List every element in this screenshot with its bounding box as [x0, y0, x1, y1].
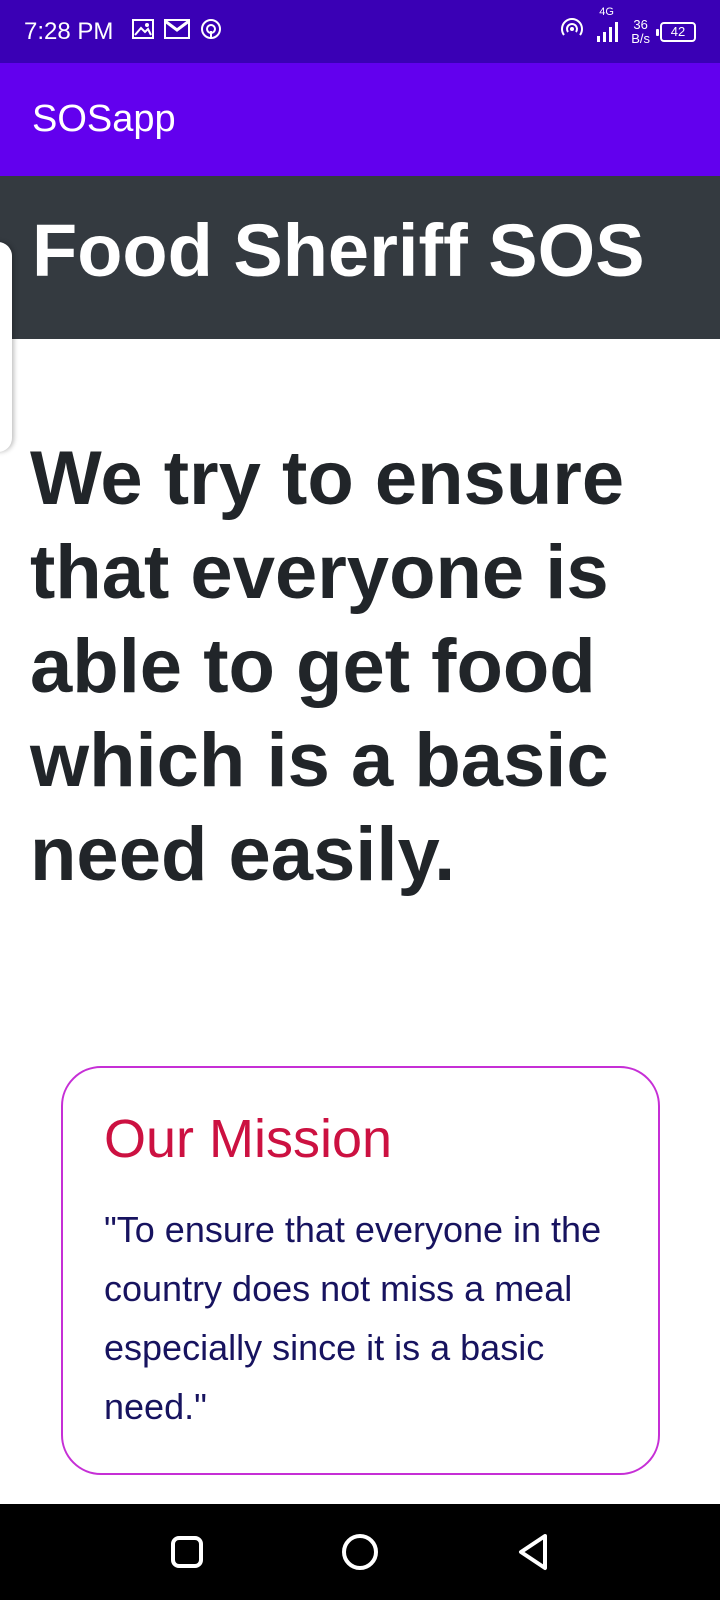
- site-header: Food Sheriff SOS: [0, 176, 720, 339]
- battery-icon: 42: [656, 21, 696, 42]
- battery-level: 42: [670, 24, 686, 39]
- status-icons-left: [131, 17, 223, 46]
- back-button[interactable]: [503, 1522, 563, 1582]
- net-speed-value: 36: [633, 16, 648, 32]
- net-speed: 36 B/s: [631, 16, 650, 46]
- network-type: 4G: [599, 5, 614, 18]
- hero-text: We try to ensure that everyone is able t…: [30, 436, 625, 897]
- mission-heading: Our Mission: [104, 1109, 393, 1169]
- gmail-icon: [163, 18, 191, 45]
- home-button[interactable]: [330, 1522, 390, 1582]
- recents-icon: [170, 1536, 203, 1568]
- recents-button[interactable]: [157, 1522, 217, 1582]
- navigation-bar: [0, 1504, 720, 1600]
- signal-icon: 4G: [595, 6, 621, 44]
- net-speed-unit: B/s: [631, 30, 650, 46]
- app-bar: SOSapp: [0, 63, 720, 176]
- home-icon: [341, 1534, 378, 1570]
- back-icon: [519, 1534, 548, 1570]
- status-time: 7:28 PM: [24, 17, 114, 45]
- hotspot-icon: [559, 16, 585, 47]
- site-title[interactable]: Food Sheriff SOS: [32, 208, 645, 293]
- edge-panel-handle[interactable]: [0, 242, 12, 452]
- mission-text: "To ensure that everyone in the country …: [104, 1209, 602, 1427]
- hotspot-icon: [199, 17, 223, 46]
- gallery-icon: [131, 18, 155, 45]
- status-bar: 7:28 PM 4G 36 B/s 42: [0, 0, 720, 63]
- mission-card: Our Mission "To ensure that everyone in …: [61, 1066, 660, 1475]
- app-title: SOSapp: [32, 98, 176, 140]
- status-icons-right: 4G 36 B/s 42: [559, 6, 696, 47]
